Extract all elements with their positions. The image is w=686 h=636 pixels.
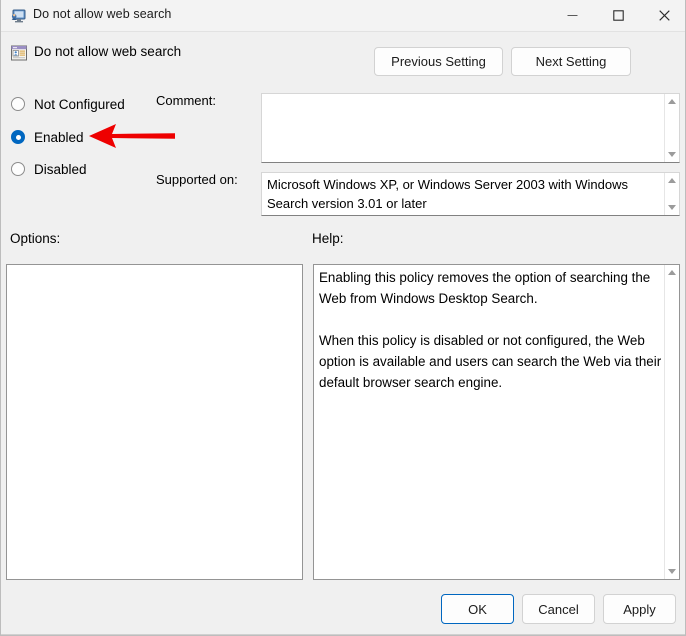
minimize-icon[interactable] — [549, 0, 595, 31]
supported-on-label: Supported on: — [156, 172, 238, 187]
supported-on-scrollbar[interactable] — [664, 173, 679, 215]
radio-enabled-label: Enabled — [34, 129, 84, 145]
options-panel[interactable] — [6, 264, 303, 580]
help-panel: Enabling this policy removes the option … — [313, 264, 680, 580]
annotation-arrow-icon — [85, 120, 177, 152]
title-bar: Do not allow web search — [1, 0, 685, 32]
close-icon[interactable] — [641, 0, 685, 31]
comment-input[interactable] — [262, 94, 666, 162]
scroll-up-icon[interactable] — [668, 99, 676, 104]
help-label: Help: — [312, 231, 344, 246]
previous-setting-button[interactable]: Previous Setting — [374, 47, 503, 76]
radio-enabled[interactable]: Enabled — [11, 127, 84, 147]
next-setting-button[interactable]: Next Setting — [511, 47, 631, 76]
comment-scrollbar[interactable] — [664, 94, 679, 162]
help-scrollbar[interactable] — [664, 265, 679, 579]
window-title: Do not allow web search — [33, 7, 172, 21]
policy-monitor-icon — [10, 8, 26, 24]
radio-not-configured-mark — [11, 97, 25, 111]
ok-button[interactable]: OK — [441, 594, 514, 624]
radio-disabled[interactable]: Disabled — [11, 159, 87, 179]
group-policy-setting-icon — [10, 44, 28, 62]
scroll-down-icon[interactable] — [668, 205, 676, 210]
group-policy-setting-dialog: Do not allow web search Do not allow web… — [0, 0, 686, 636]
cancel-button[interactable]: Cancel — [522, 594, 595, 624]
radio-not-configured-label: Not Configured — [34, 96, 125, 112]
options-label: Options: — [10, 231, 61, 246]
scroll-up-icon[interactable] — [668, 178, 676, 183]
scroll-down-icon[interactable] — [668, 569, 676, 574]
radio-not-configured[interactable]: Not Configured — [11, 94, 125, 114]
scroll-up-icon[interactable] — [668, 270, 676, 275]
radio-enabled-mark — [11, 130, 25, 144]
comment-field[interactable] — [261, 93, 680, 163]
supported-on-field: Microsoft Windows XP, or Windows Server … — [261, 172, 680, 216]
radio-disabled-mark — [11, 162, 25, 176]
scroll-down-icon[interactable] — [668, 152, 676, 157]
apply-button[interactable]: Apply — [603, 594, 676, 624]
radio-disabled-label: Disabled — [34, 161, 87, 177]
help-paragraph: When this policy is disabled or not conf… — [319, 333, 662, 390]
help-paragraph: Enabling this policy removes the option … — [319, 270, 651, 306]
policy-setting-title: Do not allow web search — [34, 44, 182, 59]
help-text: Enabling this policy removes the option … — [319, 267, 664, 393]
comment-label: Comment: — [156, 93, 216, 108]
supported-on-text: Microsoft Windows XP, or Windows Server … — [267, 177, 628, 211]
maximize-icon[interactable] — [595, 0, 641, 31]
